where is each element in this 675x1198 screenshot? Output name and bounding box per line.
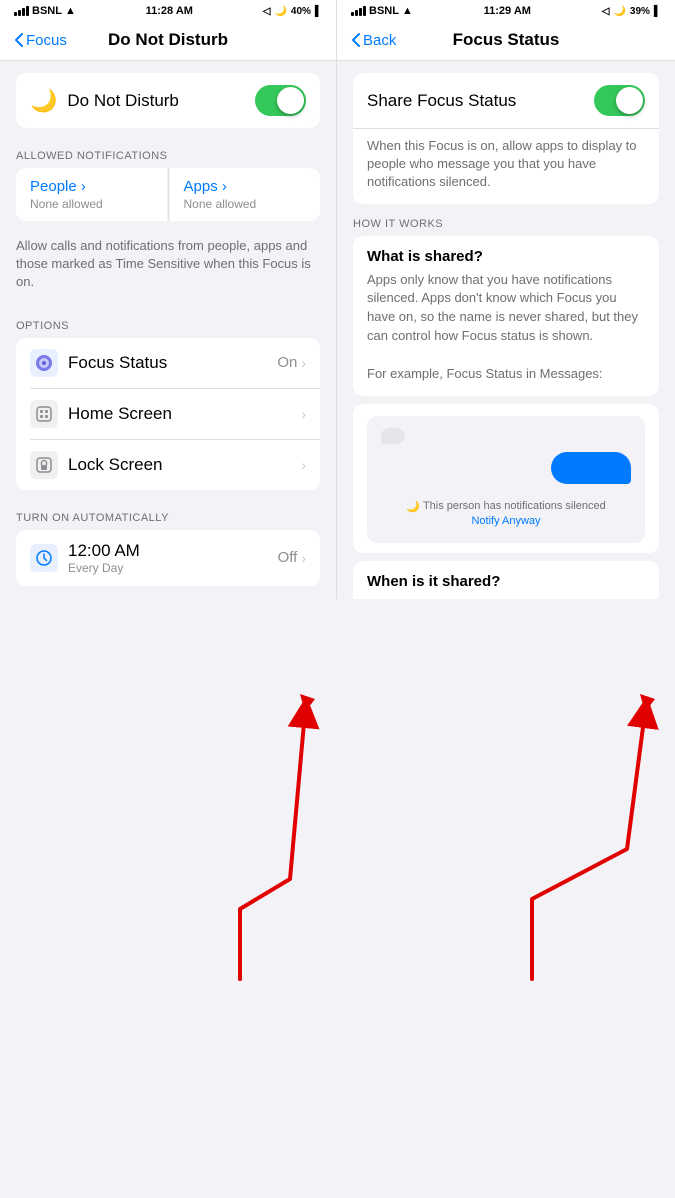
left-arrow [0,599,337,1198]
signal-icon-right [351,6,366,16]
back-button-left[interactable]: Focus [14,32,67,49]
nav-bar-left: Focus Do Not Disturb [0,22,336,61]
dnd-toggle[interactable] [255,85,306,116]
notify-anyway-button[interactable]: Notify Anyway [471,515,540,527]
allowed-row: People › None allowed Apps › None allowe… [16,168,320,221]
when-shared-card: When is it shared? Focus status is share… [353,561,659,599]
lock-screen-icon [30,451,58,479]
turn-on-sub: Every Day [68,561,140,575]
status-bar-left: BSNL ▲ 11:28 AM ◁ 🌙 40% ▌ [0,0,336,22]
focus-status-icon [30,349,58,377]
bubble-grey [381,428,405,444]
when-shared-title: When is it shared? [367,573,645,590]
right-content: Share Focus Status When this Focus is on… [337,61,675,599]
bubble-blue [551,452,631,484]
lock-screen-svg [35,456,53,474]
chevron-left-icon [14,32,24,48]
carrier-left: BSNL [32,5,62,17]
wifi-icon-right: ▲ [402,5,413,17]
home-screen-row[interactable]: Home Screen › [16,389,320,439]
focus-status-row[interactable]: Focus Status On › [16,338,320,388]
focus-status-svg [35,354,53,372]
home-screen-icon [30,400,58,428]
battery-left: 40% [291,6,311,17]
apps-title: Apps › [184,178,307,195]
right-arrow [337,599,675,1198]
dnd-description: Allow calls and notifications from peopl… [0,229,336,306]
battery-icon-left: ▌ [315,6,322,17]
allowed-section: People › None allowed Apps › None allowe… [16,168,320,221]
options-card: Focus Status On › [16,338,320,490]
turn-on-value: Off [278,549,298,566]
notification-silenced: 🌙 This person has notifications silenced… [381,492,631,531]
allowed-section-label: ALLOWED NOTIFICATIONS [0,136,336,168]
focus-status-value: On [277,354,297,371]
clock-icon [30,544,58,572]
dnd-toggle-row: 🌙 Do Not Disturb [16,73,320,128]
signal-icon [14,6,29,16]
message-example: 🌙 This person has notifications silenced… [353,404,659,553]
dnd-label: Do Not Disturb [67,91,178,111]
how-it-works-label: HOW IT WORKS [337,204,675,236]
clock-svg [35,549,53,567]
focus-status-label: Focus Status [68,353,167,373]
back-label-left: Focus [26,32,67,49]
turn-on-row[interactable]: 12:00 AM Every Day Off › [16,530,320,586]
moon-status-icon: 🌙 [274,6,286,17]
lock-screen-row[interactable]: Lock Screen › [16,440,320,490]
left-screen: BSNL ▲ 11:28 AM ◁ 🌙 40% ▌ Focus Do Not D… [0,0,337,599]
moon-status-icon-right: 🌙 [613,6,625,17]
apps-sub: None allowed [184,197,307,211]
bubble-container: 🌙 This person has notifications silenced… [367,416,645,543]
home-screen-label: Home Screen [68,404,172,424]
when-shared-text: Focus status is shared in apps when you … [367,596,645,599]
left-content: 🌙 Do Not Disturb ALLOWED NOTIFICATIONS P… [0,61,336,599]
back-label-right: Back [363,32,396,49]
chevron-left-icon-right [351,32,361,48]
time-right: 11:29 AM [484,5,531,17]
turn-on-time: 12:00 AM [68,541,140,561]
page-title-right: Focus Status [453,30,560,50]
wifi-icon: ▲ [65,5,76,17]
carrier-right: BSNL [369,5,399,17]
time-left: 11:28 AM [146,5,193,17]
silenced-moon-icon: 🌙 [406,500,420,513]
turn-on-section-label: TURN ON AUTOMATICALLY [0,498,336,530]
focus-status-chevron: › [301,355,306,371]
home-screen-chevron: › [301,406,306,422]
share-toggle-row: Share Focus Status [353,73,659,128]
people-card[interactable]: People › None allowed [16,168,167,221]
home-screen-svg [35,405,53,423]
location-icon: ◁ [263,6,271,17]
battery-right: 39% [630,6,650,17]
page-title-left: Do Not Disturb [108,30,228,50]
turn-on-card: 12:00 AM Every Day Off › [16,530,320,586]
right-screen: BSNL ▲ 11:29 AM ◁ 🌙 39% ▌ Back Focus Sta… [337,0,675,599]
share-toggle[interactable] [594,85,645,116]
location-icon-right: ◁ [602,6,610,17]
people-title: People › [30,178,153,195]
people-sub: None allowed [30,197,153,211]
apps-card[interactable]: Apps › None allowed [170,168,321,221]
moon-icon: 🌙 [30,88,57,114]
share-card: Share Focus Status When this Focus is on… [353,73,659,204]
nav-bar-right: Back Focus Status [337,22,675,61]
lock-screen-label: Lock Screen [68,455,163,475]
silenced-text: 🌙 This person has notifications silenced [406,500,606,513]
lock-screen-chevron: › [301,457,306,473]
what-shared-title: What is shared? [367,248,645,265]
what-shared-text: Apps only know that you have notificatio… [367,271,645,384]
back-button-right[interactable]: Back [351,32,396,49]
turn-on-chevron: › [301,550,306,566]
share-label: Share Focus Status [367,91,516,111]
what-shared-card: What is shared? Apps only know that you … [353,236,659,396]
options-section-label: OPTIONS [0,306,336,338]
battery-icon-right: ▌ [654,6,661,17]
share-description: When this Focus is on, allow apps to dis… [353,129,659,204]
status-bar-right: BSNL ▲ 11:29 AM ◁ 🌙 39% ▌ [337,0,675,22]
